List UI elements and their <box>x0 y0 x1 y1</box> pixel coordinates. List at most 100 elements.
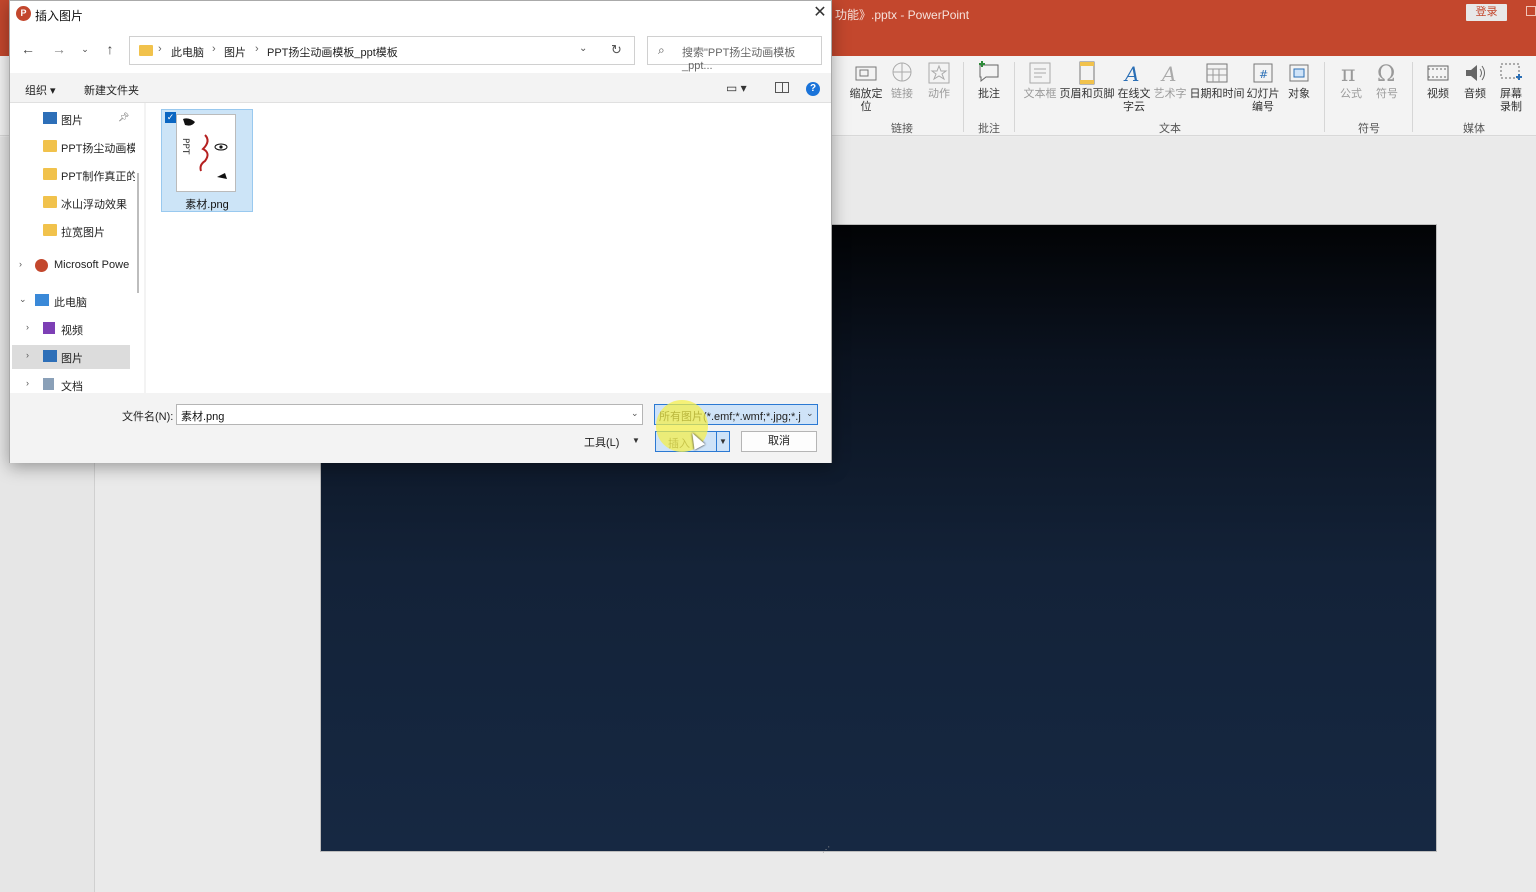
chevron-right-icon[interactable]: › <box>19 259 22 269</box>
forward-arrow-icon[interactable]: → <box>49 39 69 59</box>
nav-item-folder-4[interactable]: 拉宽图片 <box>10 219 135 243</box>
folder-icon <box>43 224 57 236</box>
pin-icon[interactable]: 📌︎ <box>118 112 129 123</box>
resize-grip-icon[interactable]: ⋰ <box>822 845 830 854</box>
organize-button[interactable]: 组织 ▾ <box>25 82 56 98</box>
close-icon[interactable]: ✕ <box>810 3 830 23</box>
chevron-right-icon[interactable]: › <box>26 378 29 388</box>
chevron-down-icon[interactable]: ⌄ <box>19 294 27 305</box>
wordart-button[interactable]: A 艺术字 <box>1153 60 1187 101</box>
comment-button[interactable]: 批注 <box>974 60 1004 101</box>
symbol-button[interactable]: Ω 符号 <box>1372 60 1402 101</box>
screen-record-icon <box>1500 63 1522 80</box>
cancel-button[interactable]: 取消 <box>741 431 817 452</box>
nav-item-folder-1[interactable]: PPT扬尘动画模 <box>10 135 135 159</box>
pictures-icon <box>43 112 57 124</box>
view-options-icon[interactable]: ▭ ▾ <box>726 81 747 95</box>
search-box[interactable]: ⌕ 搜索"PPT扬尘动画模板_ppt... <box>647 36 822 72</box>
nav-item-microsoft-powerpoint[interactable]: › Microsoft Powe <box>10 254 135 278</box>
insert-picture-dialog: P 插入图片 ✕ ← → ⌄ ↑ › 此电脑 › 图片 › PPT扬尘动画模板_… <box>9 0 832 854</box>
screen-record-button[interactable]: 屏幕录制 <box>1497 60 1525 114</box>
insert-options-dropdown[interactable]: ▼ <box>716 431 730 452</box>
slide-number-button[interactable]: # 幻灯片编号 <box>1246 60 1280 114</box>
recent-locations-chevron-icon[interactable]: ⌄ <box>75 39 95 59</box>
pictures-icon <box>43 350 57 362</box>
back-arrow-icon[interactable]: ← <box>18 39 38 59</box>
group-label-text: 文本 <box>1159 123 1181 135</box>
textbox-icon <box>1029 62 1051 84</box>
date-time-button[interactable]: 日期和时间 <box>1189 60 1245 101</box>
chevron-right-icon[interactable]: › <box>26 322 29 332</box>
breadcrumb-current-folder[interactable]: PPT扬尘动画模板_ppt模板 <box>267 44 398 60</box>
powerpoint-window-title: 功能》.pptx - PowerPoint <box>835 8 970 22</box>
audio-label: 音频 <box>1464 88 1486 100</box>
nav-item-label: 此电脑 <box>54 297 87 309</box>
address-bar[interactable]: › 此电脑 › 图片 › PPT扬尘动画模板_ppt模板 ⌄ ↻ <box>129 36 635 65</box>
checkbox-icon[interactable]: ✓ <box>165 112 176 123</box>
nav-item-pictures[interactable]: › 图片 <box>10 345 135 369</box>
dialog-titlebar: P 插入图片 ✕ <box>10 1 831 27</box>
equation-button[interactable]: π 公式 <box>1336 60 1366 101</box>
header-footer-button[interactable]: 页眉和页脚 <box>1059 60 1115 101</box>
nav-item-this-pc[interactable]: ⌄ 此电脑 <box>10 289 135 313</box>
date-time-label: 日期和时间 <box>1189 88 1245 100</box>
textbox-label: 文本框 <box>1023 88 1057 100</box>
caret-down-icon[interactable]: ▼ <box>632 436 640 445</box>
nav-item-label: 文档 <box>61 381 83 393</box>
slide-number-icon: # <box>1253 63 1273 83</box>
navigation-bar: ← → ⌄ ↑ › 此电脑 › 图片 › PPT扬尘动画模板_ppt模板 ⌄ ↻… <box>10 27 831 73</box>
tools-button[interactable]: 工具(L) <box>584 434 619 450</box>
textbox-button[interactable]: 文本框 <box>1023 60 1057 101</box>
svg-text:PPT: PPT <box>180 138 190 155</box>
nav-item-folder-3[interactable]: 冰山浮动效果 <box>10 191 135 215</box>
new-folder-button[interactable]: 新建文件夹 <box>84 82 139 98</box>
nav-item-folder-2[interactable]: PPT制作真正的 <box>10 163 135 187</box>
nav-item-label: 图片 <box>61 353 83 365</box>
calendar-icon <box>1206 63 1228 83</box>
svg-text:Ω: Ω <box>1377 62 1395 86</box>
restore-icon[interactable] <box>1526 6 1536 16</box>
dialog-toolbar: 组织 ▾ 新建文件夹 ▭ ▾ ? <box>10 73 831 103</box>
nav-item-label: 冰山浮动效果 <box>61 199 127 211</box>
login-button[interactable]: 登录 <box>1466 4 1507 21</box>
comment-label: 批注 <box>978 88 1000 100</box>
video-button[interactable]: 视频 <box>1423 60 1453 101</box>
preview-pane-icon[interactable] <box>775 82 789 93</box>
nav-item-videos[interactable]: › 视频 <box>10 317 135 341</box>
dialog-title: 插入图片 <box>35 9 84 23</box>
filename-input[interactable]: 素材.png <box>176 404 643 425</box>
chevron-right-icon: › <box>255 43 259 55</box>
svg-text:π: π <box>1341 62 1355 86</box>
nav-item-pictures-quick[interactable]: 图片 📌︎ <box>10 107 135 131</box>
breadcrumb-this-pc[interactable]: 此电脑 <box>171 44 204 60</box>
nav-item-label: 拉宽图片 <box>61 227 105 239</box>
symbol-label: 符号 <box>1376 88 1398 100</box>
object-button[interactable]: 对象 <box>1284 60 1314 101</box>
refresh-icon[interactable]: ↻ <box>611 42 622 58</box>
up-arrow-icon[interactable]: ↑ <box>100 39 120 59</box>
file-item[interactable]: ✓ PPT 素材.png <box>161 109 253 212</box>
search-input[interactable]: 搜索"PPT扬尘动画模板_ppt... <box>682 44 821 72</box>
nav-scrollbar[interactable] <box>137 173 139 293</box>
ribbon-separator <box>1412 62 1413 132</box>
navigation-pane: 图片 📌︎ PPT扬尘动画模 PPT制作真正的 冰山浮动效果 拉宽图片 › Mi… <box>10 103 144 393</box>
group-label-links: 链接 <box>891 123 913 135</box>
word-cloud-button[interactable]: A 在线文字云 <box>1116 60 1152 114</box>
zoom-label: 缩放定位 <box>849 88 883 113</box>
chevron-down-icon[interactable]: ⌄ <box>631 408 639 419</box>
breadcrumb-pictures[interactable]: 图片 <box>224 44 246 60</box>
link-button[interactable]: 链接 <box>889 60 915 101</box>
audio-button[interactable]: 音频 <box>1460 60 1490 101</box>
zoom-button[interactable]: 缩放定位 <box>848 60 884 114</box>
chevron-down-icon[interactable]: ⌄ <box>806 408 814 419</box>
svg-text:A: A <box>1160 62 1176 86</box>
action-button[interactable]: 动作 <box>924 60 954 101</box>
filename-label: 文件名(N): <box>122 411 174 423</box>
chevron-right-icon[interactable]: › <box>26 350 29 360</box>
ribbon-separator <box>1014 62 1015 132</box>
svg-text:A: A <box>1123 62 1139 86</box>
file-name: 素材.png <box>185 199 229 211</box>
chevron-down-icon[interactable]: ⌄ <box>579 43 587 54</box>
video-label: 视频 <box>1427 88 1449 100</box>
help-icon[interactable]: ? <box>806 82 820 96</box>
